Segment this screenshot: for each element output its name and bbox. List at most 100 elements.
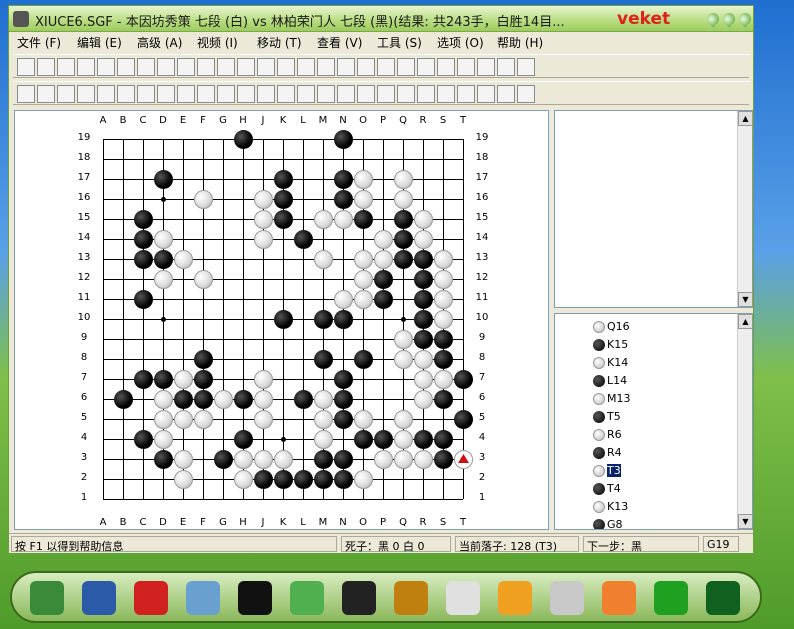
black-stone[interactable] [354,430,373,449]
black-stone[interactable] [434,350,453,369]
black-stone[interactable] [354,350,373,369]
toolbar-button-icon[interactable] [397,85,415,103]
black-stone[interactable] [274,310,293,329]
white-stone[interactable] [154,270,173,289]
toolbar-button-icon[interactable] [517,58,535,76]
white-stone[interactable] [374,230,393,249]
last-move-marker-icon[interactable] [454,450,473,469]
toolbar-button-icon[interactable] [297,85,315,103]
black-stone[interactable] [414,270,433,289]
toolbar-button-icon[interactable] [197,85,215,103]
black-stone[interactable] [134,210,153,229]
toolbar-button-icon[interactable] [197,58,215,76]
white-stone[interactable] [434,250,453,269]
black-stone[interactable] [234,390,253,409]
toolbar-button-icon[interactable] [117,85,135,103]
dock-app-icon[interactable] [550,581,584,615]
white-stone[interactable] [254,390,273,409]
white-stone[interactable] [154,410,173,429]
white-stone[interactable] [234,450,253,469]
toolbar-button-icon[interactable] [477,85,495,103]
toolbar-button-icon[interactable] [377,85,395,103]
white-stone[interactable] [194,410,213,429]
white-stone[interactable] [414,230,433,249]
white-stone[interactable] [354,170,373,189]
white-stone[interactable] [174,450,193,469]
menu-file[interactable]: 文件 (F) [17,34,61,51]
toolbar-button-icon[interactable] [137,58,155,76]
toolbar-button-icon[interactable] [177,58,195,76]
toolbar-button-icon[interactable] [457,58,475,76]
black-stone[interactable] [414,290,433,309]
white-stone[interactable] [234,470,253,489]
toolbar-button-icon[interactable] [37,85,55,103]
black-stone[interactable] [314,310,333,329]
white-stone[interactable] [194,190,213,209]
dock-app-icon[interactable] [706,581,740,615]
black-stone[interactable] [374,290,393,309]
black-stone[interactable] [334,170,353,189]
toolbar-button-icon[interactable] [117,58,135,76]
black-stone[interactable] [234,430,253,449]
toolbar-button-icon[interactable] [77,85,95,103]
white-stone[interactable] [314,410,333,429]
toolbar-button-icon[interactable] [277,85,295,103]
black-stone[interactable] [194,390,213,409]
scroll-up-icon[interactable]: ▲ [738,111,753,126]
white-stone[interactable] [274,450,293,469]
menu-edit[interactable]: 编辑 (E) [77,34,122,51]
toolbar-button-icon[interactable] [437,58,455,76]
toolbar-button-icon[interactable] [317,58,335,76]
white-stone[interactable] [394,190,413,209]
black-stone[interactable] [234,130,253,149]
white-stone[interactable] [254,370,273,389]
toolbar-button-icon[interactable] [257,85,275,103]
scroll-down-icon[interactable]: ▼ [738,292,753,307]
black-stone[interactable] [434,330,453,349]
white-stone[interactable] [394,410,413,429]
dock-app-icon[interactable] [654,581,688,615]
black-stone[interactable] [434,450,453,469]
white-stone[interactable] [394,330,413,349]
menu-view[interactable]: 查看 (V) [317,34,362,51]
white-stone[interactable] [154,430,173,449]
white-stone[interactable] [254,410,273,429]
toolbar-button-icon[interactable] [17,85,35,103]
black-stone[interactable] [414,430,433,449]
close-button[interactable] [736,10,754,28]
white-stone[interactable] [394,350,413,369]
menu-help[interactable]: 帮助 (H) [497,34,543,51]
tree-node[interactable]: R6 [593,426,723,444]
black-stone[interactable] [194,370,213,389]
black-stone[interactable] [414,310,433,329]
white-stone[interactable] [414,390,433,409]
tree-node[interactable]: T5 [593,408,723,426]
black-stone[interactable] [194,350,213,369]
black-stone[interactable] [154,250,173,269]
toolbar-button-icon[interactable] [17,58,35,76]
white-stone[interactable] [354,290,373,309]
toolbar-button-icon[interactable] [517,85,535,103]
toolbar-button-icon[interactable] [157,58,175,76]
white-stone[interactable] [374,450,393,469]
white-stone[interactable] [334,290,353,309]
black-stone[interactable] [274,170,293,189]
toolbar-button-icon[interactable] [97,85,115,103]
black-stone[interactable] [434,430,453,449]
toolbar-button-icon[interactable] [137,85,155,103]
toolbar-button-icon[interactable] [377,58,395,76]
white-stone[interactable] [354,410,373,429]
black-stone[interactable] [334,190,353,209]
toolbar-button-icon[interactable] [57,85,75,103]
toolbar-button-icon[interactable] [257,58,275,76]
dock-app-icon[interactable] [82,581,116,615]
black-stone[interactable] [334,130,353,149]
menu-options[interactable]: 选项 (O) [437,34,484,51]
dock-app-icon[interactable] [290,581,324,615]
toolbar-button-icon[interactable] [77,58,95,76]
black-stone[interactable] [134,290,153,309]
dock-app-icon[interactable] [238,581,272,615]
white-stone[interactable] [314,250,333,269]
black-stone[interactable] [254,470,273,489]
black-stone[interactable] [334,390,353,409]
